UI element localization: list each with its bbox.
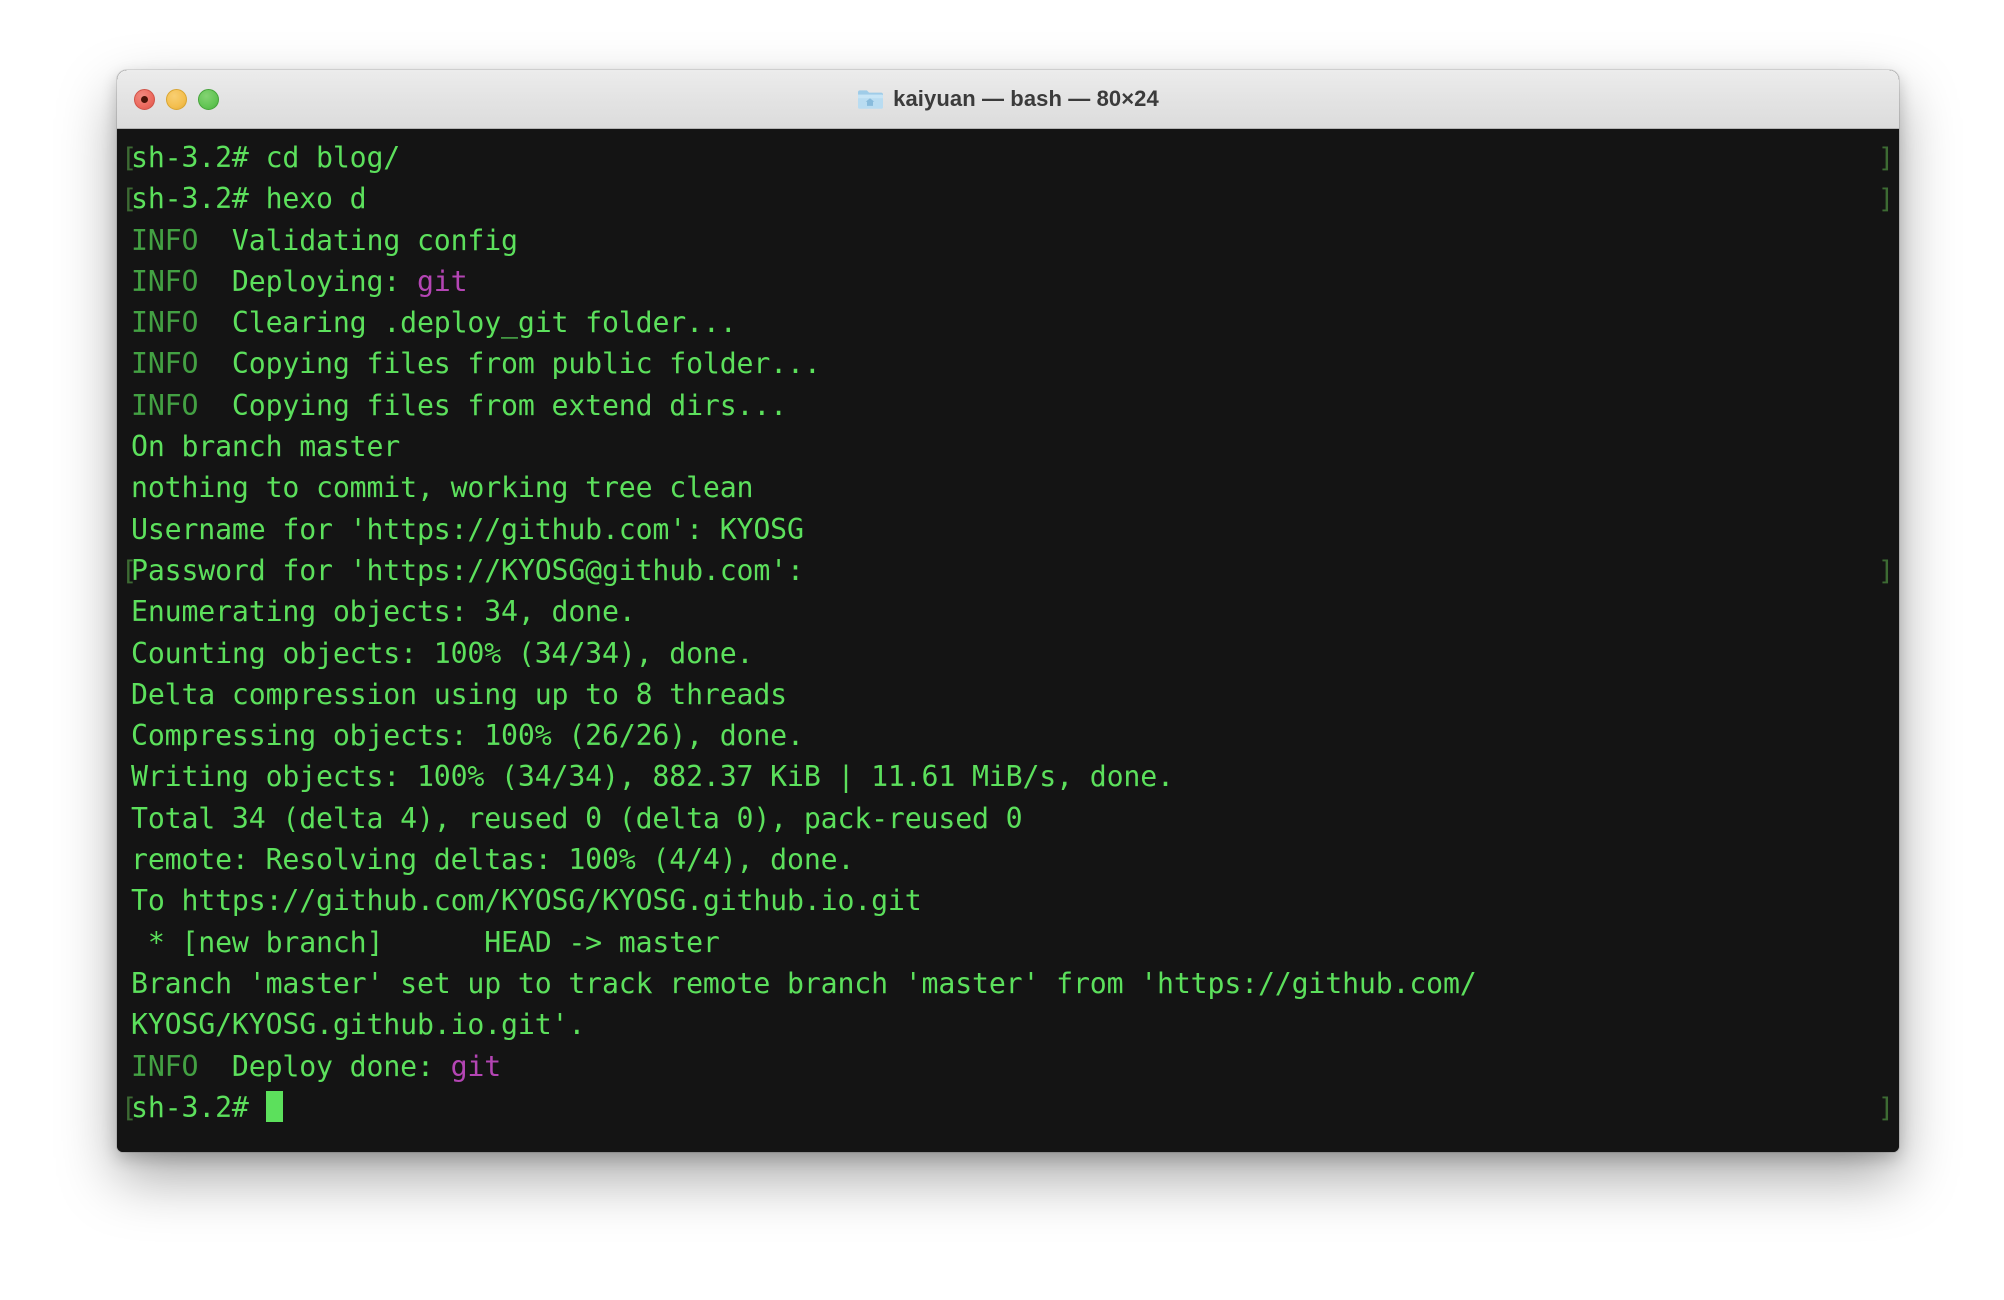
terminal-line: Enumerating objects: 34, done. — [131, 591, 1885, 632]
terminal-text-segment: INFO — [131, 1049, 216, 1083]
terminal-text-segment: Clearing .deploy_git folder... — [215, 306, 737, 340]
terminal-text-segment: Branch 'master' set up to track remote b… — [131, 966, 1477, 1000]
terminal-text-segment: * [new branch] HEAD -> master — [131, 925, 720, 959]
window-titlebar[interactable]: kaiyuan — bash — 80×24 — [117, 70, 1899, 129]
terminal-line: Counting objects: 100% (34/34), done. — [131, 633, 1885, 674]
terminal-text-segment: Enumerating objects: 34, done. — [131, 595, 636, 629]
terminal-line: INFO Deploy done: git — [131, 1046, 1885, 1087]
terminal-text-segment: nothing to commit, working tree clean — [131, 471, 754, 505]
terminal-text-segment: git — [450, 1049, 502, 1083]
terminal-line: nothing to commit, working tree clean — [131, 467, 1885, 508]
terminal-text-segment: Total 34 (delta 4), reused 0 (delta 0), … — [131, 801, 1023, 835]
terminal-line: KYOSG/KYOSG.github.io.git'. — [131, 1004, 1885, 1045]
terminal-text-segment: Copying files from extend dirs... — [215, 388, 787, 422]
terminal-window[interactable]: kaiyuan — bash — 80×24 [] sh-3.2# cd blog… — [117, 70, 1899, 1152]
terminal-line: INFO Copying files from extend dirs... — [131, 385, 1885, 426]
terminal-line: Compressing objects: 100% (26/26), done. — [131, 715, 1885, 756]
window-title-group: kaiyuan — bash — 80×24 — [117, 70, 1899, 128]
terminal-text-segment: Validating config — [215, 223, 518, 257]
terminal-text-segment: INFO — [131, 306, 216, 340]
terminal-text-segment: KYOSG/KYOSG.github.io.git'. — [131, 1008, 586, 1042]
terminal-line: Writing objects: 100% (34/34), 882.37 Ki… — [131, 756, 1885, 797]
terminal-line: INFO Deploying: git — [131, 261, 1885, 302]
minimize-button[interactable] — [166, 88, 187, 110]
terminal-line: [] sh-3.2# cd blog/ — [121, 137, 1894, 178]
terminal-line: INFO Copying files from public folder... — [131, 343, 1885, 384]
terminal-text-segment: Password for 'https://KYOSG@github.com': — [131, 553, 821, 587]
terminal-output: [] sh-3.2# cd blog/[] sh-3.2# hexo d INFO V… — [117, 137, 1899, 1128]
terminal-line: INFO Clearing .deploy_git folder... — [131, 302, 1885, 343]
terminal-line: Username for 'https://github.com': KYOSG — [131, 509, 1885, 550]
traffic-light-buttons — [134, 70, 219, 128]
terminal-text-segment: Username for 'https://github.com': KYOSG — [131, 512, 804, 546]
terminal-text-segment: sh-3.2# — [131, 1090, 266, 1124]
terminal-line: remote: Resolving deltas: 100% (4/4), do… — [131, 839, 1885, 880]
terminal-screen[interactable]: [] sh-3.2# cd blog/[] sh-3.2# hexo d INFO V… — [117, 129, 1899, 1152]
terminal-text-segment: Deploy done: — [215, 1049, 451, 1083]
terminal-line: [] Password for 'https://KYOSG@github.com… — [121, 550, 1894, 591]
terminal-line: [] sh-3.2# — [121, 1087, 1894, 1128]
terminal-text-segment: Deploying: — [215, 264, 417, 298]
terminal-line: Total 34 (delta 4), reused 0 (delta 0), … — [131, 798, 1885, 839]
window-title: kaiyuan — bash — 80×24 — [893, 86, 1159, 111]
terminal-line: Branch 'master' set up to track remote b… — [131, 963, 1885, 1004]
prompt-mark-right: ] — [1877, 1092, 1894, 1124]
terminal-line: [] sh-3.2# hexo d — [121, 178, 1894, 219]
terminal-text-segment: Copying files from public folder... — [215, 347, 821, 381]
close-button[interactable] — [134, 88, 155, 110]
prompt-mark-right: ] — [1877, 143, 1894, 174]
terminal-text-segment: sh-3.2# cd blog/ — [131, 141, 401, 174]
home-folder-icon — [857, 88, 884, 110]
terminal-text-segment: Counting objects: 100% (34/34), done. — [131, 636, 754, 670]
terminal-text-segment: Writing objects: 100% (34/34), 882.37 Ki… — [131, 760, 1174, 794]
terminal-text-segment: To https://github.com/KYOSG/KYOSG.github… — [131, 884, 922, 918]
terminal-text-segment: INFO — [131, 388, 216, 422]
terminal-text-segment: On branch master — [131, 430, 401, 464]
terminal-text-segment: Delta compression using up to 8 threads — [131, 677, 787, 711]
terminal-line: On branch master — [131, 426, 1885, 467]
terminal-line: INFO Validating config — [131, 220, 1885, 261]
terminal-text-segment: sh-3.2# hexo d — [131, 182, 367, 216]
terminal-cursor — [265, 1090, 283, 1122]
terminal-text-segment: INFO — [131, 264, 216, 298]
terminal-line: To https://github.com/KYOSG/KYOSG.github… — [131, 880, 1885, 921]
prompt-mark-right: ] — [1877, 555, 1894, 587]
terminal-text-segment: remote: Resolving deltas: 100% (4/4), do… — [131, 843, 855, 877]
terminal-line: * [new branch] HEAD -> master — [131, 922, 1885, 963]
terminal-text-segment: Compressing objects: 100% (26/26), done. — [131, 719, 804, 753]
terminal-text-segment: INFO — [131, 223, 216, 257]
maximize-button[interactable] — [198, 88, 219, 110]
terminal-line: Delta compression using up to 8 threads — [131, 674, 1885, 715]
terminal-text-segment: INFO — [131, 347, 216, 381]
prompt-mark-right: ] — [1877, 184, 1894, 216]
terminal-text-segment: git — [416, 264, 468, 298]
